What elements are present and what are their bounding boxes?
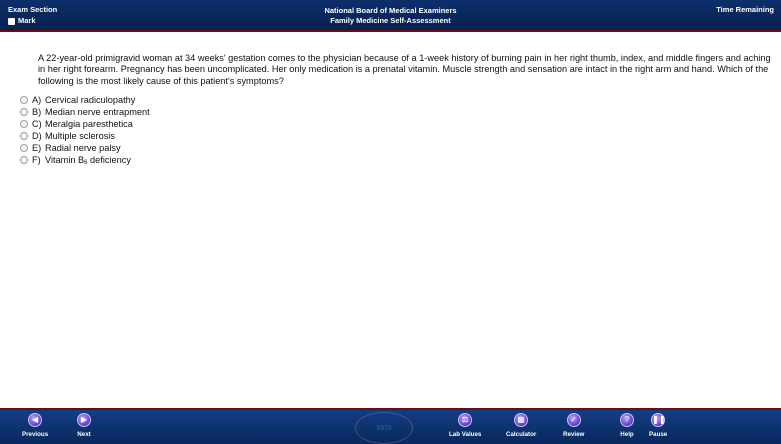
next-label: Next	[77, 431, 91, 438]
radio-button[interactable]	[20, 156, 28, 164]
option-text-main: Vitamin B	[45, 154, 85, 165]
previous-label: Previous	[22, 431, 49, 438]
option-letter: A)	[32, 95, 42, 105]
calculator-label: Calculator	[506, 431, 537, 438]
review-button[interactable]: ✓ Review	[563, 413, 584, 438]
nbme-seal: 1915	[355, 412, 413, 444]
question-stem: A 22-year-old primigravid woman at 34 we…	[38, 53, 771, 86]
help-button[interactable]: ? Help	[620, 413, 634, 438]
option-text: Median nerve entrapment	[45, 107, 150, 117]
radio-button[interactable]	[20, 120, 28, 128]
exam-header: Exam Section Mark National Board of Medi…	[0, 0, 781, 32]
radio-button[interactable]	[20, 144, 28, 152]
option-letter: E)	[32, 143, 42, 153]
answer-option-f[interactable]: F) Vitamin B6 deficiency	[20, 154, 150, 166]
option-text: Multiple sclerosis	[45, 131, 115, 141]
calculator-icon[interactable]: ▦	[514, 413, 529, 427]
next-button[interactable]: ▶ Next	[77, 413, 91, 438]
answer-option-c[interactable]: C) Meralgia paresthetica	[20, 118, 150, 130]
option-text: Radial nerve palsy	[45, 143, 121, 153]
exam-title: Family Medicine Self-Assessment	[330, 16, 451, 25]
option-letter: C)	[32, 119, 42, 129]
org-title: National Board of Medical Examiners	[324, 6, 457, 15]
calculator-button[interactable]: ▦ Calculator	[506, 413, 536, 438]
arrow-left-icon[interactable]: ◀	[28, 413, 43, 427]
option-text-suffix: deficiency	[87, 154, 131, 165]
option-letter: F)	[32, 155, 41, 165]
answer-option-e[interactable]: E) Radial nerve palsy	[20, 142, 150, 154]
radio-button[interactable]	[20, 132, 28, 140]
option-text: Vitamin B6 deficiency	[45, 155, 131, 166]
review-label: Review	[563, 431, 585, 438]
radio-button[interactable]	[20, 96, 28, 104]
lab-values-button[interactable]: ⚖ Lab Values	[449, 413, 481, 438]
help-label: Help	[620, 431, 634, 438]
radio-button[interactable]	[20, 108, 28, 116]
option-letter: D)	[32, 131, 42, 141]
option-text: Meralgia paresthetica	[45, 119, 133, 129]
review-icon[interactable]: ✓	[566, 413, 581, 427]
exam-footer: 1915 ◀ Previous ▶ Next ⚖ Lab Values ▦ Ca…	[0, 408, 781, 444]
previous-button[interactable]: ◀ Previous	[22, 413, 48, 438]
lab-values-icon[interactable]: ⚖	[458, 413, 473, 427]
answer-option-a[interactable]: A) Cervical radiculopathy	[20, 94, 150, 106]
pause-button[interactable]: ❚❚ Pause	[649, 413, 667, 438]
arrow-right-icon[interactable]: ▶	[77, 413, 91, 427]
time-remaining-label: Time Remaining	[716, 5, 774, 14]
exam-title-block: National Board of Medical Examiners Fami…	[0, 6, 781, 26]
option-text: Cervical radiculopathy	[45, 95, 136, 105]
pause-icon[interactable]: ❚❚	[651, 413, 666, 427]
answer-option-d[interactable]: D) Multiple sclerosis	[20, 130, 150, 142]
lab-values-label: Lab Values	[449, 431, 482, 438]
help-icon[interactable]: ?	[620, 413, 634, 427]
option-letter: B)	[32, 107, 42, 117]
answer-option-b[interactable]: B) Median nerve entrapment	[20, 106, 150, 118]
answer-options: A) Cervical radiculopathy B) Median nerv…	[20, 94, 150, 166]
pause-label: Pause	[649, 431, 668, 438]
